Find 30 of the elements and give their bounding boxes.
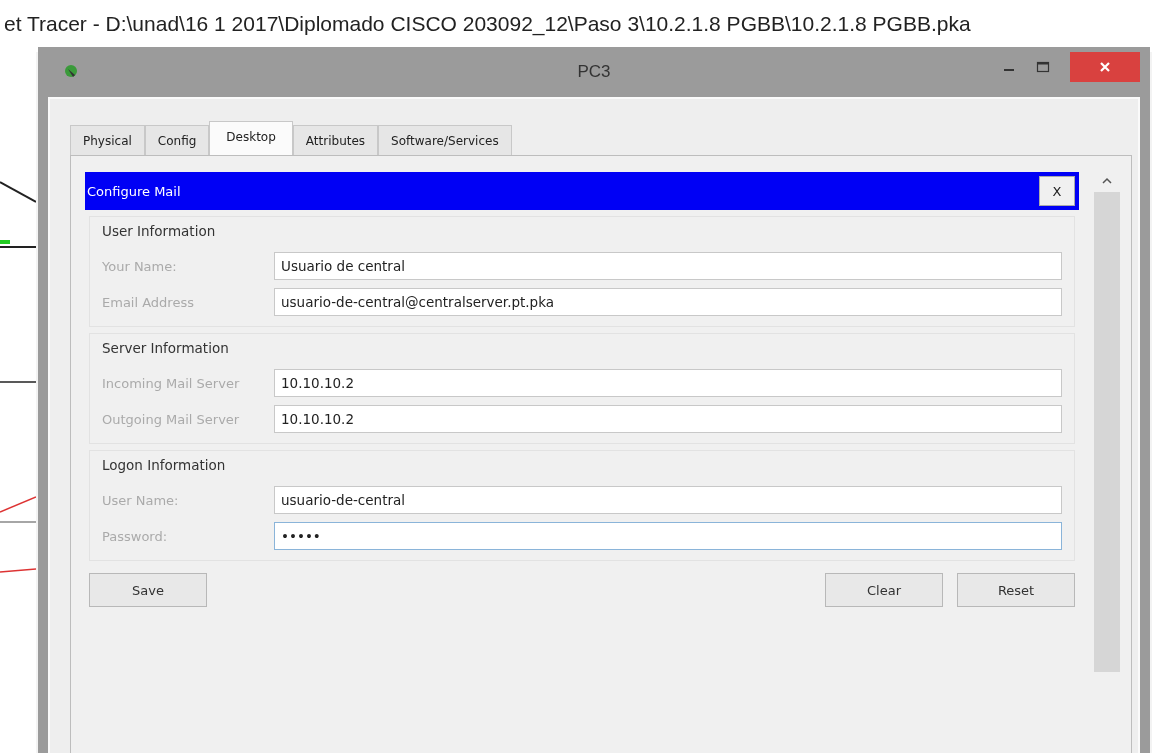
field-label: Your Name: <box>102 258 178 274</box>
maximize-icon[interactable] <box>1036 60 1050 74</box>
field-label: Outgoing Mail Server <box>102 411 241 427</box>
input-field[interactable]: 10.10.10.2 <box>274 405 1063 433</box>
field-label: Incoming Mail Server <box>102 375 241 391</box>
action-button[interactable]: Clear <box>825 573 944 607</box>
section-title: User Information <box>102 223 216 239</box>
tab[interactable]: Attributes <box>292 125 379 155</box>
close-button[interactable]: X <box>1039 176 1076 206</box>
tab[interactable]: Physical <box>70 125 145 155</box>
scroll-up-icon[interactable] <box>1101 176 1113 186</box>
action-button[interactable]: Save <box>89 573 207 607</box>
action-button[interactable]: Reset <box>957 573 1076 607</box>
panel-title: Configure Mail <box>87 183 181 199</box>
field-label: Email Address <box>102 294 195 310</box>
input-field[interactable]: ••••• <box>274 522 1063 550</box>
tab[interactable]: Desktop <box>209 121 293 155</box>
field-label: User Name: <box>102 492 180 508</box>
field-label: Password: <box>102 528 169 544</box>
window-title: PC3 <box>577 62 611 82</box>
section-title: Server Information <box>102 340 229 356</box>
tab[interactable]: Software/Services <box>378 125 512 155</box>
input-field[interactable]: 10.10.10.2 <box>274 369 1063 397</box>
close-icon <box>1098 60 1112 74</box>
section-title: Logon Information <box>102 457 226 473</box>
input-field[interactable]: usuario-de-central@centralserver.pt.pka <box>274 288 1063 316</box>
input-field[interactable]: Usuario de central <box>274 252 1063 280</box>
scroll-thumb[interactable] <box>1094 192 1120 672</box>
input-field[interactable]: usuario-de-central <box>274 486 1063 514</box>
tab[interactable]: Config <box>144 125 210 155</box>
